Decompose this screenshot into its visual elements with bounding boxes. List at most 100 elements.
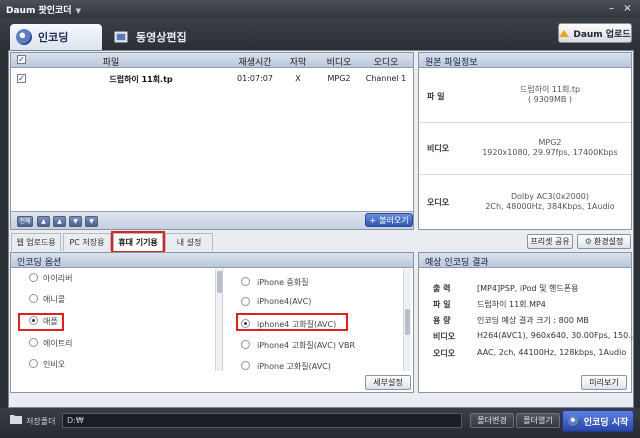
encoding-options-title: 인코딩 옵션	[11, 253, 413, 268]
open-folder-button[interactable]: 폴더열기	[516, 413, 560, 428]
folder-icon	[10, 415, 22, 424]
select-all-checkbox[interactable]: ✓	[17, 55, 26, 64]
source-file-name: 드럽하이 11회.tp	[519, 85, 581, 94]
row-file: 드럽하이 11회.tp	[109, 75, 173, 84]
save-folder-path-field[interactable]: D:₩	[62, 413, 462, 428]
row-checkbox[interactable]: ✓	[17, 74, 26, 83]
highlight-apple	[18, 313, 64, 331]
start-encoding-button[interactable]: 인코딩 시작	[562, 410, 634, 432]
result-value: H264(AVC1), 960x640, 30.00Fps, 150...	[477, 331, 636, 340]
film-icon	[114, 31, 128, 43]
main-tab-strip: 인코딩 동영상편집	[0, 18, 640, 50]
gear-icon: ⚙	[584, 237, 592, 246]
source-audio-label: 오디오	[427, 198, 450, 207]
encoding-options-panel: 인코딩 옵션 아이리버 애니콜 애플 에이트리 인비오 iPhone 중화질 i…	[10, 252, 414, 393]
model-label: iPhone4(AVC)	[257, 297, 312, 306]
detail-settings-button[interactable]: 세부설정	[365, 375, 411, 390]
move-top-button[interactable]: ▲	[37, 216, 50, 227]
source-audio-value: Dolby AC3(0x2000) 2Ch, 48000Hz, 384Kbps,…	[471, 192, 629, 212]
tab-web-upload[interactable]: 웹 업로드용	[11, 233, 61, 251]
settings-button[interactable]: ⚙ 환경설정	[577, 234, 631, 249]
source-file-size: ( 9309MB )	[527, 95, 573, 104]
chevron-down-icon[interactable]: ▼	[76, 7, 81, 15]
radio-model[interactable]	[241, 340, 250, 349]
file-list-header: ✓ 파일 재생시간 자막 비디오 오디오	[11, 53, 413, 68]
radio-model[interactable]	[241, 277, 250, 286]
result-value: AAC, 2ch, 44100Hz, 128kbps, 1Audio	[477, 348, 627, 357]
daum-upload-button[interactable]: Daum 업로드	[558, 23, 632, 43]
tab-video-edit[interactable]: 동영상편집	[108, 24, 208, 50]
highlight-iphone4-hq	[236, 313, 348, 331]
load-files-button[interactable]: + 불러오기	[365, 213, 413, 227]
maker-label: 아이리버	[43, 274, 73, 283]
save-folder-label: 저장폴더	[26, 417, 56, 426]
col-duration[interactable]: 재생시간	[229, 55, 281, 68]
window-title[interactable]: Daum 팟인코더 ▼	[6, 3, 81, 16]
radio-maker[interactable]	[29, 294, 38, 303]
maker-label: 애니콜	[43, 295, 66, 304]
minimize-icon[interactable]: –	[606, 3, 617, 14]
source-video-value: MPG2 1920x1080, 29.97fps, 17400Kbps	[471, 138, 629, 158]
result-value: 드럽하이 11회.MP4	[477, 300, 546, 309]
radio-maker[interactable]	[29, 338, 38, 347]
maker-label: 에이트리	[43, 339, 73, 348]
move-up-button[interactable]: ▲	[53, 216, 66, 227]
col-file[interactable]: 파일	[51, 55, 171, 68]
disc-icon	[16, 29, 32, 45]
source-audio-detail: 2Ch, 48000Hz, 384Kbps, 1Audio	[485, 202, 615, 211]
settings-button-label: 환경설정	[593, 237, 624, 246]
title-bar: Daum 팟인코더 ▼ – ×	[0, 0, 640, 18]
row-video: MPG2	[327, 74, 351, 83]
file-list-toolbar: 전체 ▲ ▲ ▼ ▼	[11, 211, 413, 229]
change-folder-button[interactable]: 폴더변경	[470, 413, 514, 428]
maker-scrollbar[interactable]	[215, 269, 222, 371]
radio-model[interactable]	[241, 361, 250, 370]
move-bottom-button[interactable]: ▼	[85, 216, 98, 227]
tab-my-settings[interactable]: 내 설정	[165, 233, 213, 251]
source-video-detail: 1920x1080, 29.97fps, 17400Kbps	[482, 148, 618, 157]
source-info-panel: 원본 파일정보 파 일 드럽하이 11회.tp ( 9309MB ) 비디오 M…	[418, 52, 632, 230]
row-audio: Channel 1	[365, 74, 407, 83]
start-encoding-label: 인코딩 시작	[583, 417, 629, 428]
radio-maker[interactable]	[29, 359, 38, 368]
result-label: 파 일	[433, 300, 451, 309]
expected-result-title: 예상 인코딩 결과	[419, 253, 631, 268]
source-file-label: 파 일	[427, 92, 445, 101]
radio-model[interactable]	[241, 297, 250, 306]
col-audio[interactable]: 오디오	[363, 55, 409, 68]
preview-button[interactable]: 미리보기	[581, 375, 627, 390]
radio-maker[interactable]	[29, 273, 38, 282]
tab-encoding-label: 인코딩	[38, 31, 69, 44]
tab-encoding[interactable]: 인코딩	[10, 24, 102, 50]
source-file-value: 드럽하이 11회.tp ( 9309MB )	[471, 85, 629, 105]
highlight-mobile-tab	[111, 231, 165, 253]
select-all-button[interactable]: 전체	[17, 216, 33, 227]
move-down-button[interactable]: ▼	[69, 216, 82, 227]
row-duration: 01:07:07	[237, 74, 273, 83]
tab-pc-save[interactable]: PC 저장용	[63, 233, 111, 251]
disc-icon	[567, 415, 580, 427]
source-file-row: 파 일 드럽하이 11회.tp ( 9309MB )	[419, 69, 631, 123]
preset-share-button[interactable]: 프리셋 공유	[527, 234, 573, 249]
result-label: 용 량	[433, 316, 451, 325]
model-scroll-thumb[interactable]	[405, 309, 410, 335]
close-icon[interactable]: ×	[622, 3, 633, 14]
upload-button-label: Daum 업로드	[573, 29, 631, 40]
source-video-codec: MPG2	[538, 138, 562, 147]
model-label: iPhone 중화질	[257, 278, 309, 287]
col-video[interactable]: 비디오	[317, 55, 361, 68]
result-label: 출 력	[433, 284, 451, 293]
model-scrollbar[interactable]	[403, 269, 411, 371]
result-value: 인코딩 예상 결과 크기 : 800 MB	[477, 316, 589, 325]
source-video-label: 비디오	[427, 144, 450, 153]
source-info-title: 원본 파일정보	[419, 53, 631, 68]
model-label: iPhone4 고화질(AVC) VBR	[257, 341, 356, 350]
maker-label: 인비오	[43, 360, 66, 369]
row-subtitle: X	[295, 74, 301, 83]
maker-scroll-thumb[interactable]	[217, 271, 222, 293]
result-value: [MP4]PSP, iPod 및 핸드폰용	[477, 284, 579, 293]
source-audio-row: 오디오 Dolby AC3(0x2000) 2Ch, 48000Hz, 384K…	[419, 175, 631, 229]
col-subtitle[interactable]: 자막	[283, 55, 313, 68]
result-label: 오디오	[433, 349, 456, 358]
model-label: iPhone 고화질(AVC)	[257, 362, 331, 371]
